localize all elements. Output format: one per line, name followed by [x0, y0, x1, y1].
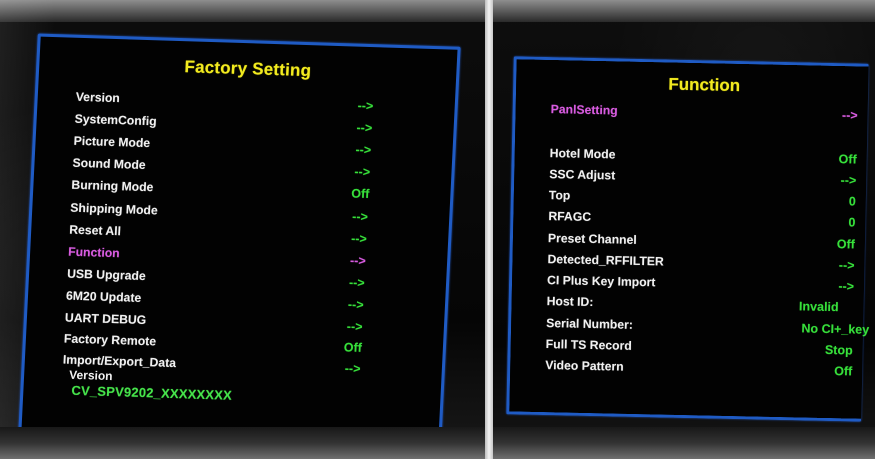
menu-item-value: -->: [344, 361, 361, 376]
right-top-bezel: [493, 0, 875, 22]
menu-item-value: -->: [355, 142, 372, 158]
factory-setting-title: Factory Setting: [184, 57, 312, 81]
menu-item-label: Preset Channel: [547, 231, 637, 247]
menu-item-label: Host ID:: [546, 294, 594, 310]
menu-item-label: Top: [548, 188, 571, 203]
menu-item-value: -->: [349, 253, 367, 268]
menu-item-value: -->: [346, 319, 363, 334]
menu-item-value: -->: [838, 279, 855, 294]
menu-item-value: Invalid: [798, 299, 839, 315]
version-label: Version: [68, 367, 113, 384]
menu-item-value: Off: [834, 364, 853, 379]
right-photo: Function PanlSetting --> Hotel Mode Off …: [493, 0, 875, 459]
factory-setting-menu: Factory Setting Version --> SystemConfig…: [18, 33, 461, 446]
menu-item-value: Off: [836, 237, 856, 252]
menu-item-value: No CI+_key: [801, 321, 870, 337]
function-menu: Function PanlSetting --> Hotel Mode Off …: [506, 56, 869, 422]
left-top-bezel: [0, 0, 485, 22]
version-value: CV_SPV9202_XXXXXXXX: [71, 382, 233, 403]
menu-item-label: Factory Remote: [63, 331, 157, 349]
menu-item-value: -->: [356, 120, 373, 136]
menu-item-value: -->: [841, 108, 858, 123]
menu-item-value: Stop: [824, 342, 853, 358]
menu-item-label: Burning Mode: [71, 177, 154, 195]
menu-item-value: -->: [838, 258, 855, 273]
factory-setting-list: Version --> SystemConfig --> Picture Mod…: [41, 37, 458, 376]
menu-item-label: Hotel Mode: [549, 146, 616, 162]
left-bottom-bezel: [0, 427, 485, 459]
menu-item-value: -->: [840, 173, 857, 188]
menu-item-label: SSC Adjust: [549, 167, 616, 183]
photo-divider: [485, 0, 493, 459]
menu-item-label: USB Upgrade: [66, 266, 147, 284]
menu-item-label: Video Pattern: [545, 358, 624, 374]
menu-item-label: Sound Mode: [72, 155, 147, 173]
function-title: Function: [668, 74, 741, 96]
menu-item-value: 0: [848, 194, 856, 209]
menu-item-label: CI Plus Key Import: [546, 273, 656, 290]
menu-item-label: Detected_RFFILTER: [547, 252, 664, 269]
menu-item-label: Serial Number:: [546, 316, 634, 332]
menu-item-value: -->: [357, 98, 374, 114]
menu-item-value: -->: [351, 209, 369, 225]
menu-item-value: -->: [347, 297, 364, 312]
left-photo: Factory Setting Version --> SystemConfig…: [0, 0, 485, 459]
menu-item-label: UART DEBUG: [64, 310, 147, 328]
menu-item-value: 0: [848, 215, 856, 230]
menu-item-label: RFAGC: [548, 209, 592, 224]
menu-item-value: Off: [343, 340, 363, 355]
right-bottom-bezel: [493, 427, 875, 459]
menu-item-label: Shipping Mode: [70, 200, 159, 218]
menu-item-label: PanlSetting: [550, 102, 618, 118]
menu-item-label: SystemConfig: [74, 111, 157, 129]
menu-item-value: -->: [354, 164, 371, 180]
menu-item-panlsetting[interactable]: PanlSetting -->: [515, 101, 867, 128]
menu-item-value: Off: [838, 152, 857, 167]
function-list: PanlSetting --> Hotel Mode Off SSC Adjus…: [517, 59, 869, 378]
menu-item-label: Picture Mode: [73, 133, 151, 151]
menu-item-value: -->: [350, 231, 368, 246]
menu-item-label: Version: [75, 89, 121, 106]
menu-item-label: Function: [67, 244, 120, 261]
menu-item-label: Full TS Record: [545, 337, 632, 353]
menu-item-label: 6M20 Update: [65, 288, 142, 305]
menu-item-label: Reset All: [68, 222, 122, 239]
menu-item-value: -->: [348, 275, 365, 290]
menu-item-value: Off: [351, 186, 370, 202]
